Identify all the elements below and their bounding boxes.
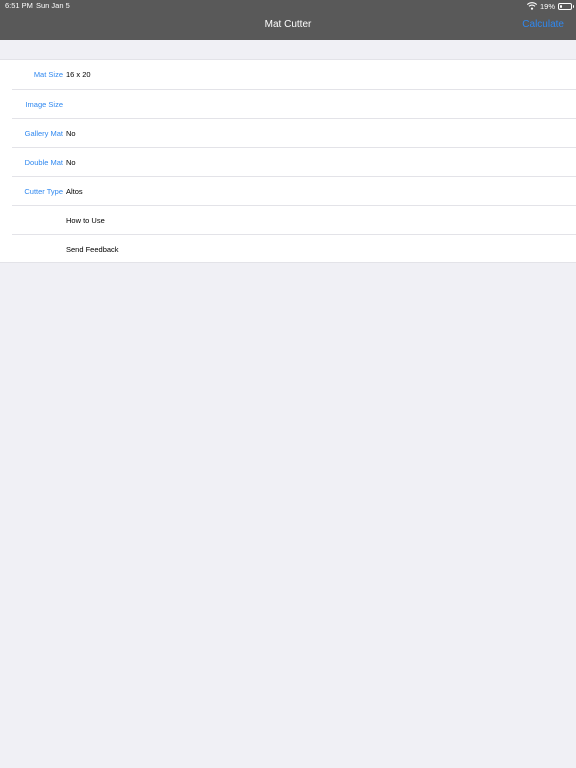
calculate-button[interactable]: Calculate bbox=[522, 19, 564, 31]
battery-icon bbox=[558, 2, 574, 10]
status-time: 6:51 PM bbox=[5, 1, 33, 10]
double-mat-label: Double Mat bbox=[24, 158, 63, 167]
double-mat-row[interactable]: Double Mat No bbox=[12, 147, 576, 177]
status-date: Sun Jan 5 bbox=[36, 1, 70, 10]
double-mat-value: No bbox=[66, 158, 76, 167]
wifi-icon bbox=[526, 2, 537, 10]
cutter-type-value: Altos bbox=[66, 187, 83, 196]
status-indicators: 19% bbox=[526, 1, 574, 11]
how-to-use-row[interactable]: How to Use bbox=[12, 205, 576, 235]
send-feedback-row[interactable]: Send Feedback bbox=[12, 234, 576, 264]
cutter-type-label: Cutter Type bbox=[24, 187, 63, 196]
mat-size-label: Mat Size bbox=[33, 70, 63, 79]
battery-level-fill bbox=[560, 4, 562, 8]
gallery-mat-label: Gallery Mat bbox=[24, 129, 63, 138]
page-title: Mat Cutter bbox=[264, 19, 312, 30]
how-to-use-link: How to Use bbox=[66, 216, 105, 225]
gallery-mat-value: No bbox=[66, 129, 76, 138]
mat-size-row[interactable]: Mat Size 16 x 20 bbox=[12, 60, 576, 89]
settings-list: Mat Size 16 x 20 Image Size Gallery Mat … bbox=[0, 59, 576, 263]
gallery-mat-row[interactable]: Gallery Mat No bbox=[12, 118, 576, 148]
mat-size-value: 16 x 20 bbox=[66, 70, 91, 79]
send-feedback-link: Send Feedback bbox=[66, 245, 119, 254]
image-size-row[interactable]: Image Size bbox=[12, 89, 576, 119]
battery-percentage: 19% bbox=[539, 1, 555, 11]
image-size-label: Image Size bbox=[25, 100, 63, 109]
navigation-bar: 6:51 PM Sun Jan 5 19% Mat Cutter Calcula… bbox=[0, 0, 576, 40]
cutter-type-row[interactable]: Cutter Type Altos bbox=[12, 176, 576, 206]
